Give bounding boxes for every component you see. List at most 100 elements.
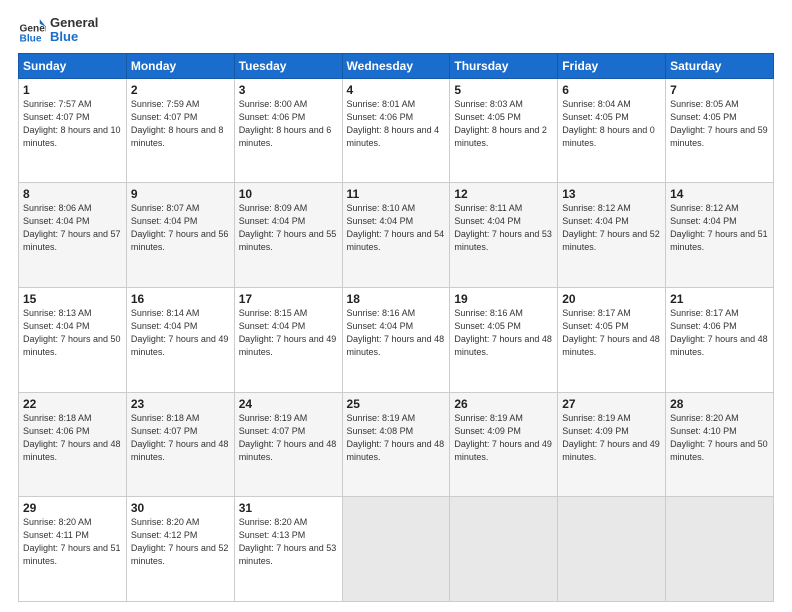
calendar-cell: 13 Sunrise: 8:12 AMSunset: 4:04 PMDaylig… <box>558 183 666 288</box>
calendar-table: SundayMondayTuesdayWednesdayThursdayFrid… <box>18 53 774 602</box>
calendar-cell: 5 Sunrise: 8:03 AMSunset: 4:05 PMDayligh… <box>450 78 558 183</box>
col-header-wednesday: Wednesday <box>342 53 450 78</box>
day-info: Sunrise: 8:20 AMSunset: 4:12 PMDaylight:… <box>131 517 229 566</box>
calendar-cell: 22 Sunrise: 8:18 AMSunset: 4:06 PMDaylig… <box>19 392 127 497</box>
calendar-cell: 25 Sunrise: 8:19 AMSunset: 4:08 PMDaylig… <box>342 392 450 497</box>
calendar-cell: 29 Sunrise: 8:20 AMSunset: 4:11 PMDaylig… <box>19 497 127 602</box>
day-number: 9 <box>131 187 230 201</box>
calendar-cell: 15 Sunrise: 8:13 AMSunset: 4:04 PMDaylig… <box>19 287 127 392</box>
day-number: 20 <box>562 292 661 306</box>
col-header-monday: Monday <box>126 53 234 78</box>
calendar-cell: 23 Sunrise: 8:18 AMSunset: 4:07 PMDaylig… <box>126 392 234 497</box>
calendar-cell <box>342 497 450 602</box>
day-number: 29 <box>23 501 122 515</box>
calendar-cell: 31 Sunrise: 8:20 AMSunset: 4:13 PMDaylig… <box>234 497 342 602</box>
calendar-cell: 1 Sunrise: 7:57 AMSunset: 4:07 PMDayligh… <box>19 78 127 183</box>
day-number: 30 <box>131 501 230 515</box>
day-info: Sunrise: 8:18 AMSunset: 4:06 PMDaylight:… <box>23 413 121 462</box>
day-number: 14 <box>670 187 769 201</box>
svg-text:Blue: Blue <box>20 34 42 44</box>
calendar-cell: 6 Sunrise: 8:04 AMSunset: 4:05 PMDayligh… <box>558 78 666 183</box>
day-info: Sunrise: 8:06 AMSunset: 4:04 PMDaylight:… <box>23 203 121 252</box>
day-number: 7 <box>670 83 769 97</box>
day-info: Sunrise: 8:19 AMSunset: 4:08 PMDaylight:… <box>347 413 445 462</box>
col-header-thursday: Thursday <box>450 53 558 78</box>
day-info: Sunrise: 8:19 AMSunset: 4:07 PMDaylight:… <box>239 413 337 462</box>
col-header-sunday: Sunday <box>19 53 127 78</box>
logo: General Blue General Blue <box>18 16 98 45</box>
day-number: 3 <box>239 83 338 97</box>
day-number: 17 <box>239 292 338 306</box>
day-number: 2 <box>131 83 230 97</box>
day-info: Sunrise: 8:04 AMSunset: 4:05 PMDaylight:… <box>562 99 655 148</box>
day-number: 18 <box>347 292 446 306</box>
calendar-cell: 17 Sunrise: 8:15 AMSunset: 4:04 PMDaylig… <box>234 287 342 392</box>
day-info: Sunrise: 8:18 AMSunset: 4:07 PMDaylight:… <box>131 413 229 462</box>
calendar-cell: 2 Sunrise: 7:59 AMSunset: 4:07 PMDayligh… <box>126 78 234 183</box>
header: General Blue General Blue <box>18 16 774 45</box>
day-info: Sunrise: 7:57 AMSunset: 4:07 PMDaylight:… <box>23 99 121 148</box>
calendar-header-row: SundayMondayTuesdayWednesdayThursdayFrid… <box>19 53 774 78</box>
calendar-cell: 8 Sunrise: 8:06 AMSunset: 4:04 PMDayligh… <box>19 183 127 288</box>
calendar-cell: 10 Sunrise: 8:09 AMSunset: 4:04 PMDaylig… <box>234 183 342 288</box>
day-info: Sunrise: 8:19 AMSunset: 4:09 PMDaylight:… <box>454 413 552 462</box>
day-number: 24 <box>239 397 338 411</box>
day-number: 1 <box>23 83 122 97</box>
calendar-cell: 24 Sunrise: 8:19 AMSunset: 4:07 PMDaylig… <box>234 392 342 497</box>
calendar-cell <box>558 497 666 602</box>
day-number: 27 <box>562 397 661 411</box>
day-info: Sunrise: 8:16 AMSunset: 4:04 PMDaylight:… <box>347 308 445 357</box>
calendar-cell: 30 Sunrise: 8:20 AMSunset: 4:12 PMDaylig… <box>126 497 234 602</box>
calendar-week-1: 1 Sunrise: 7:57 AMSunset: 4:07 PMDayligh… <box>19 78 774 183</box>
col-header-saturday: Saturday <box>666 53 774 78</box>
day-info: Sunrise: 8:09 AMSunset: 4:04 PMDaylight:… <box>239 203 337 252</box>
day-info: Sunrise: 8:07 AMSunset: 4:04 PMDaylight:… <box>131 203 229 252</box>
col-header-friday: Friday <box>558 53 666 78</box>
calendar-cell: 26 Sunrise: 8:19 AMSunset: 4:09 PMDaylig… <box>450 392 558 497</box>
day-number: 5 <box>454 83 553 97</box>
day-info: Sunrise: 8:13 AMSunset: 4:04 PMDaylight:… <box>23 308 121 357</box>
day-info: Sunrise: 8:03 AMSunset: 4:05 PMDaylight:… <box>454 99 547 148</box>
day-info: Sunrise: 8:11 AMSunset: 4:04 PMDaylight:… <box>454 203 552 252</box>
day-info: Sunrise: 8:17 AMSunset: 4:06 PMDaylight:… <box>670 308 768 357</box>
day-info: Sunrise: 8:01 AMSunset: 4:06 PMDaylight:… <box>347 99 440 148</box>
day-number: 8 <box>23 187 122 201</box>
day-number: 22 <box>23 397 122 411</box>
day-info: Sunrise: 8:10 AMSunset: 4:04 PMDaylight:… <box>347 203 445 252</box>
calendar-cell: 4 Sunrise: 8:01 AMSunset: 4:06 PMDayligh… <box>342 78 450 183</box>
day-info: Sunrise: 8:16 AMSunset: 4:05 PMDaylight:… <box>454 308 552 357</box>
calendar-cell: 3 Sunrise: 8:00 AMSunset: 4:06 PMDayligh… <box>234 78 342 183</box>
day-number: 4 <box>347 83 446 97</box>
calendar-week-3: 15 Sunrise: 8:13 AMSunset: 4:04 PMDaylig… <box>19 287 774 392</box>
calendar-week-5: 29 Sunrise: 8:20 AMSunset: 4:11 PMDaylig… <box>19 497 774 602</box>
day-number: 31 <box>239 501 338 515</box>
calendar-cell: 14 Sunrise: 8:12 AMSunset: 4:04 PMDaylig… <box>666 183 774 288</box>
day-number: 21 <box>670 292 769 306</box>
page: General Blue General Blue SundayMondayTu… <box>0 0 792 612</box>
calendar-cell: 27 Sunrise: 8:19 AMSunset: 4:09 PMDaylig… <box>558 392 666 497</box>
day-number: 15 <box>23 292 122 306</box>
col-header-tuesday: Tuesday <box>234 53 342 78</box>
day-info: Sunrise: 8:20 AMSunset: 4:11 PMDaylight:… <box>23 517 121 566</box>
day-info: Sunrise: 7:59 AMSunset: 4:07 PMDaylight:… <box>131 99 224 148</box>
day-number: 13 <box>562 187 661 201</box>
day-info: Sunrise: 8:00 AMSunset: 4:06 PMDaylight:… <box>239 99 332 148</box>
calendar-cell: 20 Sunrise: 8:17 AMSunset: 4:05 PMDaylig… <box>558 287 666 392</box>
calendar-week-2: 8 Sunrise: 8:06 AMSunset: 4:04 PMDayligh… <box>19 183 774 288</box>
calendar-cell <box>450 497 558 602</box>
day-number: 26 <box>454 397 553 411</box>
calendar-cell: 16 Sunrise: 8:14 AMSunset: 4:04 PMDaylig… <box>126 287 234 392</box>
calendar-cell: 21 Sunrise: 8:17 AMSunset: 4:06 PMDaylig… <box>666 287 774 392</box>
day-info: Sunrise: 8:20 AMSunset: 4:13 PMDaylight:… <box>239 517 337 566</box>
day-number: 16 <box>131 292 230 306</box>
calendar-cell: 12 Sunrise: 8:11 AMSunset: 4:04 PMDaylig… <box>450 183 558 288</box>
calendar-cell: 28 Sunrise: 8:20 AMSunset: 4:10 PMDaylig… <box>666 392 774 497</box>
calendar-cell: 19 Sunrise: 8:16 AMSunset: 4:05 PMDaylig… <box>450 287 558 392</box>
day-info: Sunrise: 8:12 AMSunset: 4:04 PMDaylight:… <box>670 203 768 252</box>
logo-general: General <box>50 16 98 30</box>
day-number: 10 <box>239 187 338 201</box>
day-number: 6 <box>562 83 661 97</box>
day-number: 23 <box>131 397 230 411</box>
calendar-cell: 9 Sunrise: 8:07 AMSunset: 4:04 PMDayligh… <box>126 183 234 288</box>
logo-blue: Blue <box>50 30 98 44</box>
